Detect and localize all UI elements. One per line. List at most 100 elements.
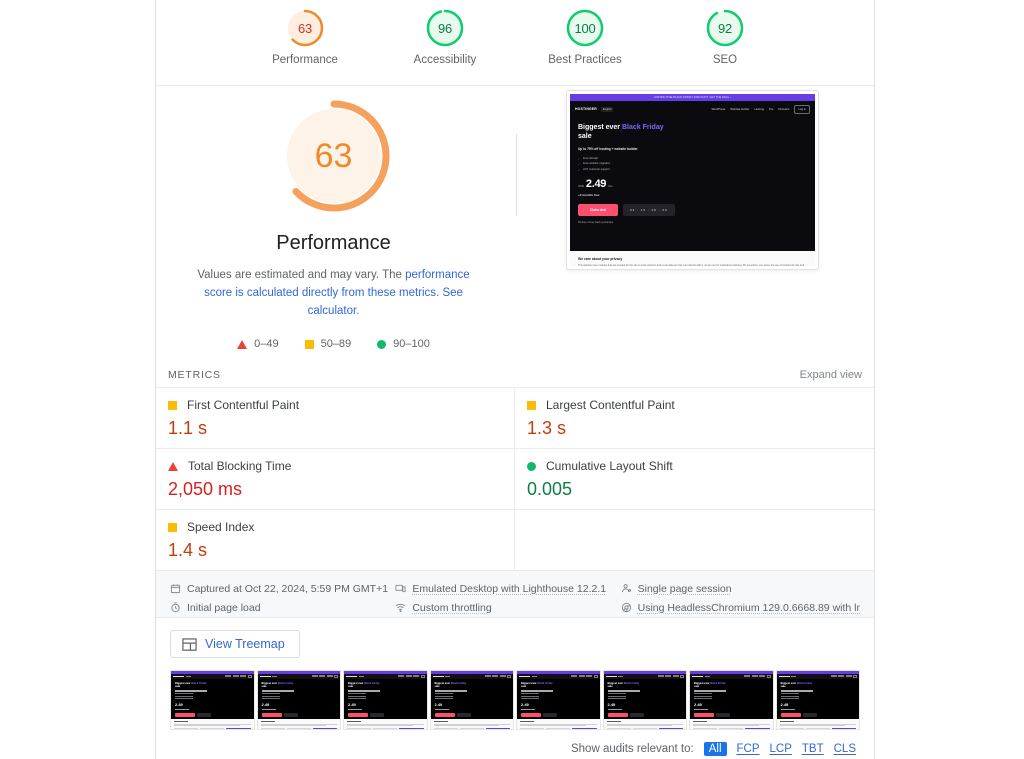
legend-range-fail: 0–49 bbox=[254, 338, 279, 351]
filter-chip-cls[interactable]: CLS bbox=[834, 743, 856, 755]
cookie-body-text: This website uses cookies that are neede… bbox=[578, 264, 805, 266]
metric-first-contentful-paint[interactable]: First Contentful Paint 1.1 s bbox=[156, 388, 515, 449]
metric-label: First Contentful Paint bbox=[187, 398, 300, 412]
metric-value: 2,050 ms bbox=[168, 479, 243, 499]
desc-text-1: Values are estimated and may vary. The bbox=[197, 269, 406, 281]
metric-value: 0.005 bbox=[527, 479, 573, 499]
filmstrip-frame: Biggest ever Black Friday sale 2.49 bbox=[429, 670, 514, 730]
treemap-icon bbox=[182, 637, 197, 651]
env-emulation[interactable]: Emulated Desktop with Lighthouse 12.2.1 bbox=[395, 579, 620, 598]
site-headline: Biggest ever Black Friday sale bbox=[578, 124, 807, 142]
nav-link-domains: Domains bbox=[778, 107, 790, 111]
filter-chip-tbt[interactable]: TBT bbox=[802, 743, 824, 755]
triangle-fail-icon bbox=[168, 461, 178, 471]
metric-label: Speed Index bbox=[187, 520, 255, 534]
score-label-best-practices: Best Practices bbox=[548, 54, 622, 66]
score-item-best-practices[interactable]: 100 Best Practices bbox=[540, 8, 630, 85]
final-screenshot-container: LIMITED-TIME BLACK FRIDAY DISCOUNT. GET … bbox=[511, 86, 874, 361]
metric-label: Largest Contentful Paint bbox=[546, 398, 675, 412]
env-text: Captured at Oct 22, 2024, 5:59 PM GMT+1 bbox=[187, 582, 389, 595]
triangle-fail-icon bbox=[237, 339, 248, 349]
score-gauge-seo: 92 bbox=[705, 8, 745, 48]
filmstrip-frame: Biggest ever Black Friday sale 2.49 bbox=[516, 670, 601, 730]
legend-range-average: 50–89 bbox=[320, 338, 352, 351]
metric-speed-index[interactable]: Speed Index 1.4 s bbox=[156, 510, 515, 570]
person-icon bbox=[621, 583, 632, 594]
env-text: Initial page load bbox=[187, 601, 261, 614]
site-subheadline: Up to 75% off hosting + website builder bbox=[578, 146, 638, 151]
metric-cumulative-layout-shift[interactable]: Cumulative Layout Shift 0.005 bbox=[515, 449, 874, 510]
filmstrip-frame: Biggest ever Black Friday sale 2.49 bbox=[170, 670, 255, 730]
frame-cookie bbox=[171, 719, 254, 729]
square-average-icon bbox=[168, 522, 177, 532]
bullet-0: Free domain bbox=[578, 157, 807, 161]
metrics-grid: First Contentful Paint 1.1 s Largest Con… bbox=[156, 387, 874, 570]
nav-link-hosting: Hosting bbox=[754, 107, 764, 111]
chrome-icon bbox=[621, 602, 632, 613]
site-logo: HOSTINGER bbox=[575, 107, 597, 111]
wifi-icon bbox=[395, 602, 406, 613]
score-value-performance: 63 bbox=[297, 20, 313, 36]
expand-view-toggle[interactable]: Expand view bbox=[800, 369, 862, 381]
metric-label: Total Blocking Time bbox=[188, 459, 292, 473]
legend-range-pass: 90–100 bbox=[393, 338, 430, 351]
site-nav-links: WordPress Website builder Hosting Pro Do… bbox=[711, 104, 810, 114]
score-gauge-accessibility: 96 bbox=[425, 8, 465, 48]
claim-deal-button: Claim deal bbox=[578, 203, 618, 216]
calendar-icon bbox=[170, 583, 181, 594]
score-value-accessibility: 96 bbox=[437, 20, 453, 36]
site-bullets: Free domain Free website migration 24/7 … bbox=[578, 157, 807, 172]
metric-value: 1.3 s bbox=[527, 418, 567, 438]
square-average-icon bbox=[168, 400, 177, 410]
score-item-accessibility[interactable]: 96 Accessibility bbox=[400, 8, 490, 85]
bullet-1: Free website migration bbox=[578, 162, 807, 166]
filmstrip-frame: Biggest ever Black Friday sale 2.49 bbox=[343, 670, 428, 730]
metric-total-blocking-time[interactable]: Total Blocking Time 2,050 ms bbox=[156, 449, 515, 510]
filmstrip-frame: Biggest ever Black Friday sale 2.49 bbox=[602, 670, 687, 730]
headline-highlight: Black Friday bbox=[621, 124, 664, 131]
score-item-seo[interactable]: 92 SEO bbox=[680, 8, 770, 85]
square-average-icon bbox=[527, 400, 536, 410]
env-session[interactable]: Single page session bbox=[621, 579, 860, 598]
site-navbar: HOSTINGER English WordPress Website buil… bbox=[570, 101, 815, 117]
view-treemap-button[interactable]: View Treemap bbox=[170, 630, 300, 658]
bullet-2: 24/7 customer support bbox=[578, 168, 807, 172]
audits-filter-bar: Show audits relevant to: All FCP LCP TBT… bbox=[156, 732, 874, 759]
filter-chip-lcp[interactable]: LCP bbox=[770, 743, 792, 755]
login-button: Log in bbox=[794, 104, 810, 114]
filter-chip-fcp[interactable]: FCP bbox=[737, 743, 760, 755]
desc-text-3: . bbox=[356, 304, 360, 317]
env-text: Custom throttling bbox=[412, 601, 492, 614]
site-hero: Biggest ever Black Friday sale Up to 75%… bbox=[570, 117, 815, 251]
score-label-performance: Performance bbox=[272, 54, 338, 66]
filmstrip-frame: Biggest ever Black Friday sale 2.49 bbox=[689, 670, 774, 730]
filmstrip-frame: Biggest ever Black Friday sale 2.49 bbox=[256, 670, 341, 730]
treemap-section: View Treemap bbox=[156, 618, 874, 670]
score-item-performance[interactable]: 63 Performance bbox=[260, 8, 350, 85]
free-months-label: +3 months free bbox=[578, 192, 600, 197]
metrics-title: METRICS bbox=[168, 369, 221, 381]
metric-empty-slot bbox=[515, 510, 874, 570]
env-throttling[interactable]: Custom throttling bbox=[395, 598, 620, 617]
env-captured-at: Captured at Oct 22, 2024, 5:59 PM GMT+1 bbox=[170, 579, 395, 598]
performance-hero: 63 Performance Values are estimated and … bbox=[156, 86, 874, 361]
env-user-agent[interactable]: Using HeadlessChromium 129.0.6668.89 wit… bbox=[621, 598, 860, 617]
env-text: Using HeadlessChromium 129.0.6668.89 wit… bbox=[637, 601, 860, 614]
site-price: USD 2.49 /mo bbox=[578, 178, 807, 190]
score-gauge-performance: 63 bbox=[285, 8, 325, 48]
env-text: Emulated Desktop with Lighthouse 12.2.1 bbox=[412, 582, 607, 595]
stopwatch-icon bbox=[170, 602, 181, 613]
performance-score-value: 63 bbox=[314, 136, 353, 175]
final-screenshot: LIMITED-TIME BLACK FRIDAY DISCOUNT. GET … bbox=[566, 90, 819, 270]
square-average-icon bbox=[304, 339, 314, 349]
filter-chip-all[interactable]: All bbox=[703, 742, 727, 756]
metric-largest-contentful-paint[interactable]: Largest Contentful Paint 1.3 s bbox=[515, 388, 874, 449]
score-value-seo: 92 bbox=[717, 20, 733, 36]
promo-banner: LIMITED-TIME BLACK FRIDAY DISCOUNT. GET … bbox=[570, 94, 815, 101]
nav-link-website-builder: Website builder bbox=[730, 107, 750, 111]
performance-summary: 63 Performance Values are estimated and … bbox=[156, 86, 511, 361]
metric-value: 1.4 s bbox=[168, 540, 208, 560]
price-period: /mo bbox=[608, 184, 613, 188]
category-scores: 63 Performance 96 Accessibility 100 Best… bbox=[156, 0, 874, 86]
score-gauge-best-practices: 100 bbox=[565, 8, 605, 48]
